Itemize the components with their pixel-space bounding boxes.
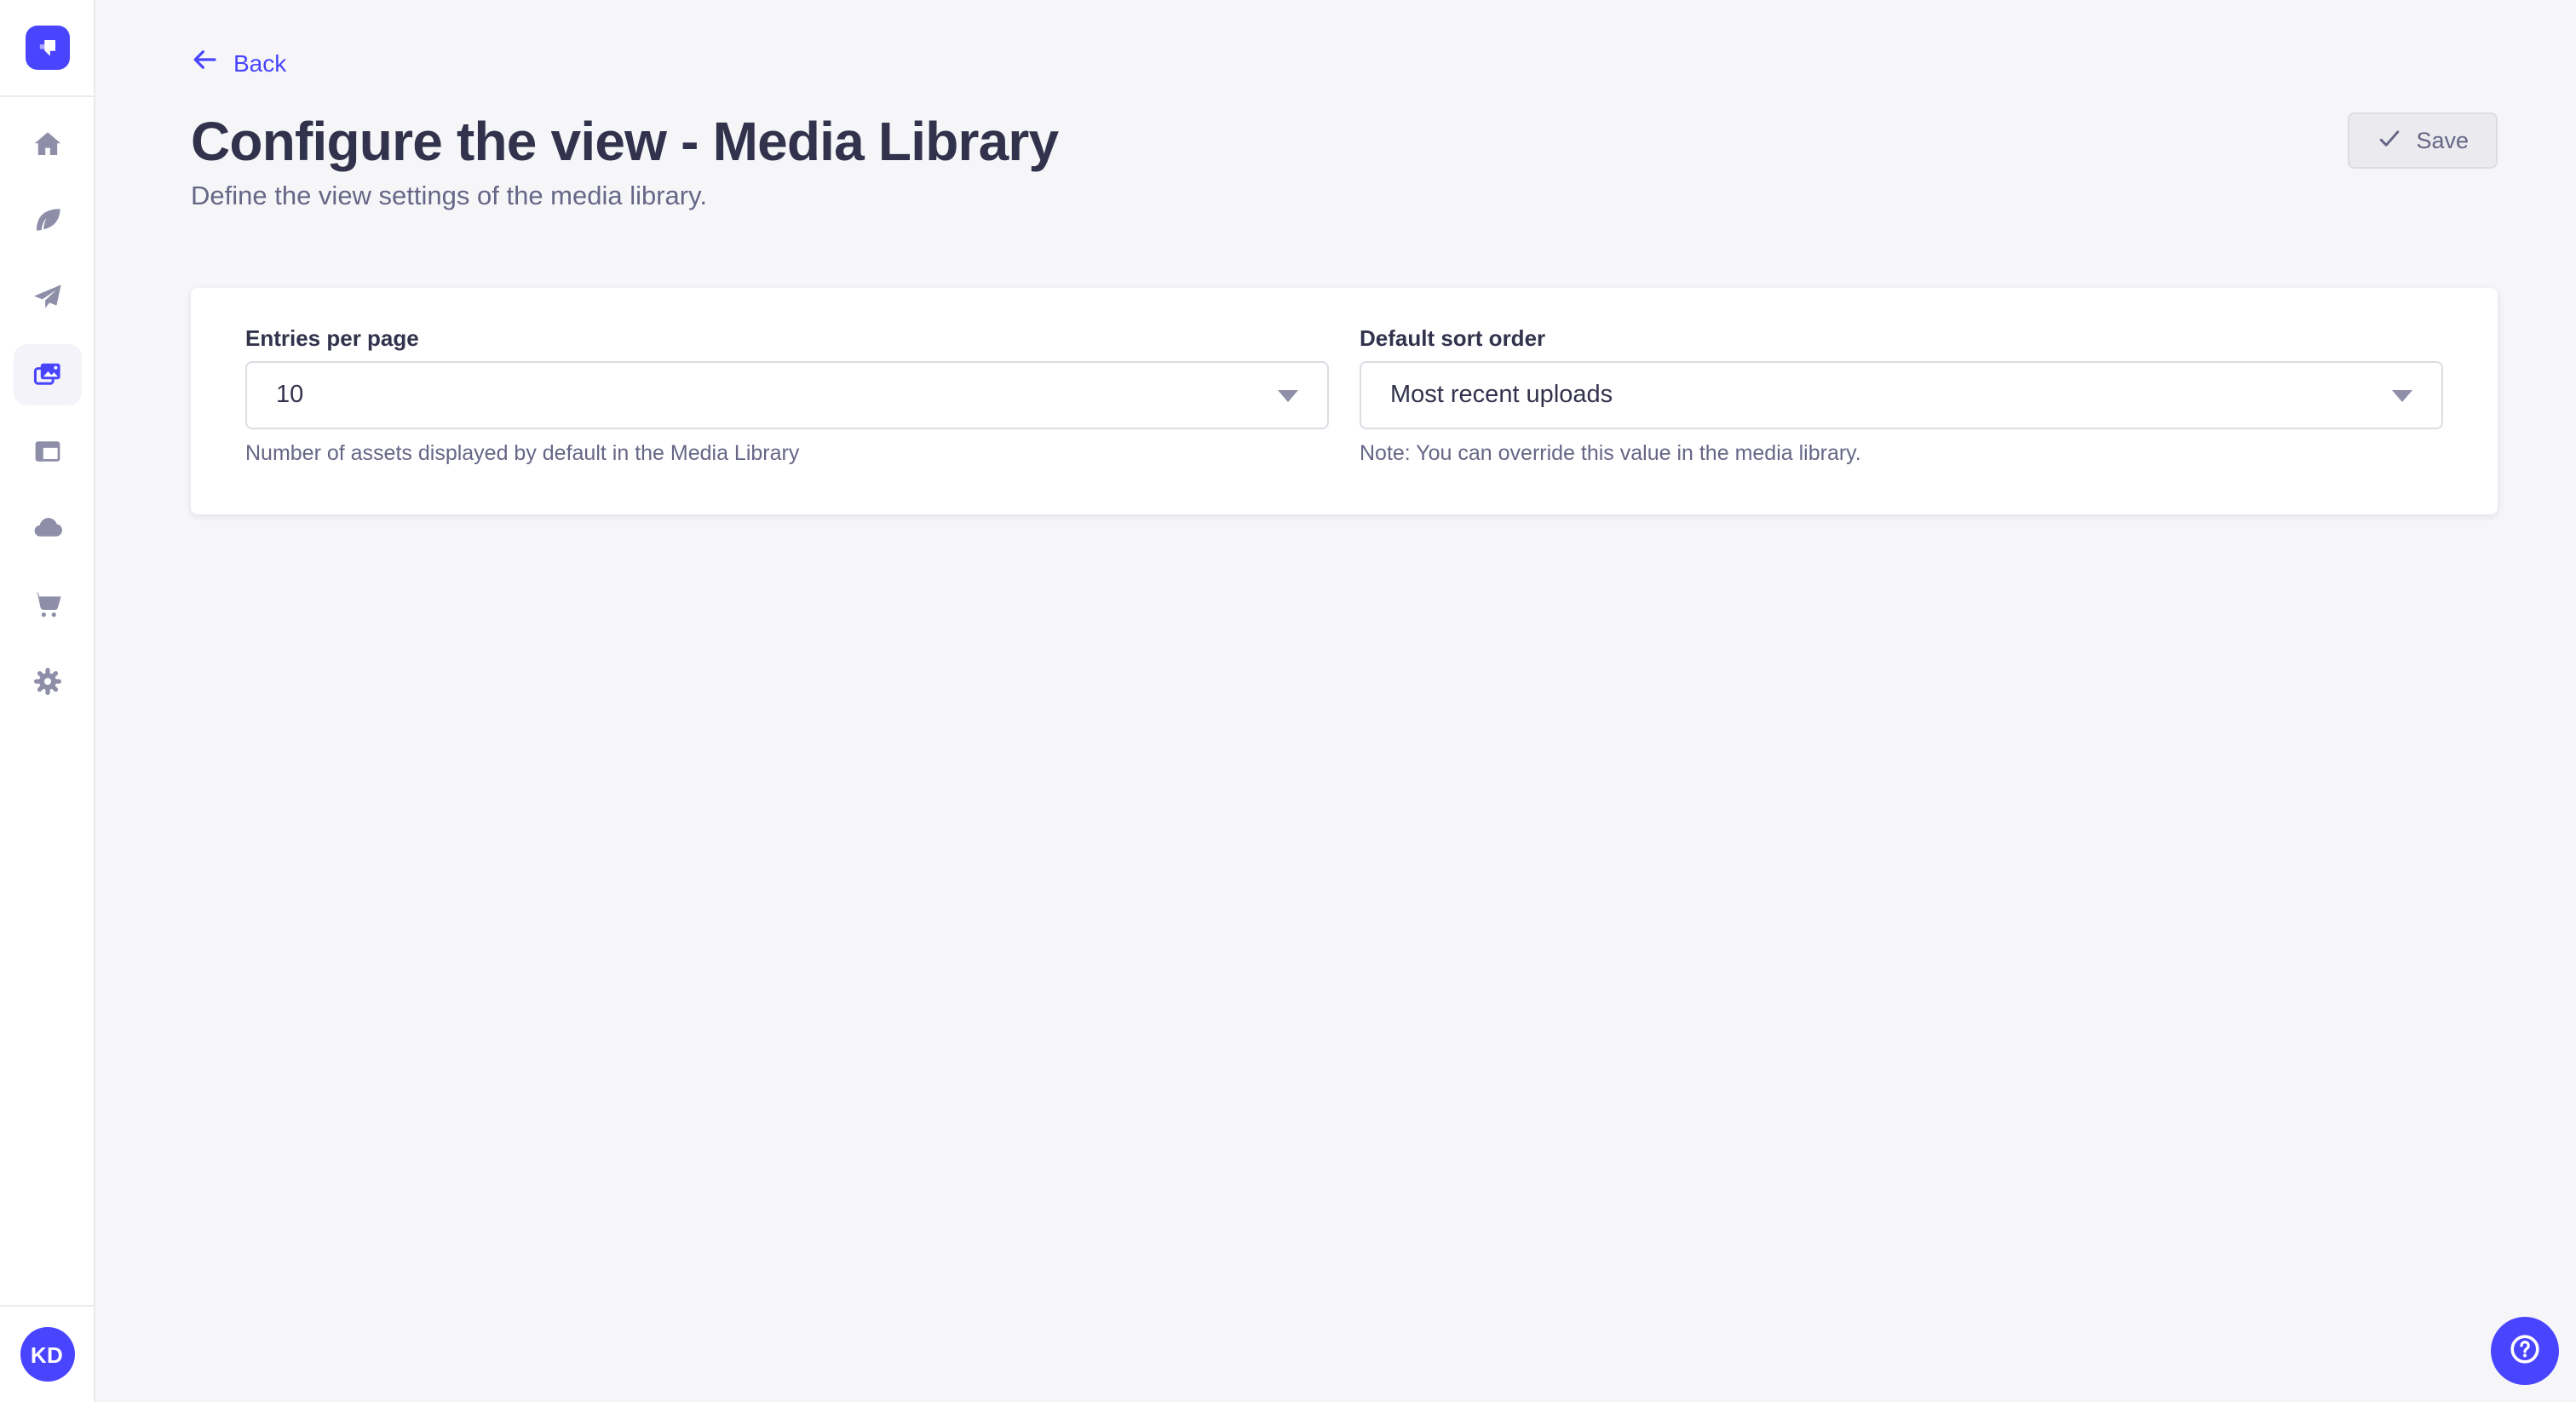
sidebar-footer: KD [0, 1305, 94, 1402]
field-default-sort-order: Default sort order Most recent uploads N… [1360, 325, 2443, 467]
workspace-logo-button[interactable] [0, 0, 94, 97]
default-sort-order-value: Most recent uploads [1390, 382, 1613, 409]
sidebar-item-feather[interactable] [13, 191, 81, 252]
feather-icon [32, 206, 62, 237]
sidebar-item-layout[interactable] [13, 421, 81, 482]
chevron-down-icon [1278, 389, 1298, 401]
title-row: Configure the view - Media Library Save [191, 112, 2498, 169]
default-sort-order-select[interactable]: Most recent uploads [1360, 361, 2443, 429]
app-root: KD Back Configure the view - Media Libra… [0, 0, 2576, 1402]
default-sort-order-label: Default sort order [1360, 325, 2443, 351]
gear-icon [32, 666, 62, 697]
page-subtitle: Define the view settings of the media li… [191, 184, 2498, 211]
home-icon [32, 129, 62, 160]
shopping-cart-icon [32, 589, 62, 620]
back-label: Back [233, 49, 286, 76]
entries-per-page-value: 10 [276, 382, 303, 409]
cloud-icon [32, 513, 62, 543]
page-title: Configure the view - Media Library [191, 113, 1058, 168]
back-link[interactable]: Back [191, 46, 286, 78]
sidebar-nav [13, 97, 81, 712]
back-arrow-icon [191, 46, 218, 78]
sidebar-item-home[interactable] [13, 114, 81, 175]
sidebar-item-paper-plane[interactable] [13, 267, 81, 329]
user-avatar[interactable]: KD [20, 1327, 74, 1382]
field-entries-per-page: Entries per page 10 Number of assets dis… [245, 325, 1329, 467]
sidebar-item-cloud[interactable] [13, 497, 81, 559]
help-button[interactable] [2491, 1317, 2559, 1385]
layout-panel-icon [32, 436, 62, 467]
default-sort-order-hint: Note: You can override this value in the… [1360, 440, 2443, 467]
entries-per-page-hint: Number of assets displayed by default in… [245, 440, 1329, 467]
strapi-logo-icon [25, 26, 69, 70]
chevron-down-icon [2392, 389, 2412, 401]
avatar-initials: KD [31, 1342, 63, 1367]
save-button[interactable]: Save [2348, 112, 2498, 169]
entries-per-page-label: Entries per page [245, 325, 1329, 351]
sidebar-item-media-library[interactable] [13, 344, 81, 405]
sidebar-item-cart[interactable] [13, 574, 81, 635]
entries-per-page-select[interactable]: 10 [245, 361, 1329, 429]
help-question-icon [2506, 1330, 2544, 1372]
save-label: Save [2416, 128, 2469, 153]
settings-card: Entries per page 10 Number of assets dis… [191, 288, 2498, 514]
check-icon [2377, 125, 2402, 156]
paper-plane-icon [32, 283, 62, 313]
main-content: Back Configure the view - Media Library … [95, 0, 2576, 1402]
media-library-icon [32, 359, 62, 390]
sidebar: KD [0, 0, 95, 1402]
sidebar-item-settings[interactable] [13, 651, 81, 712]
